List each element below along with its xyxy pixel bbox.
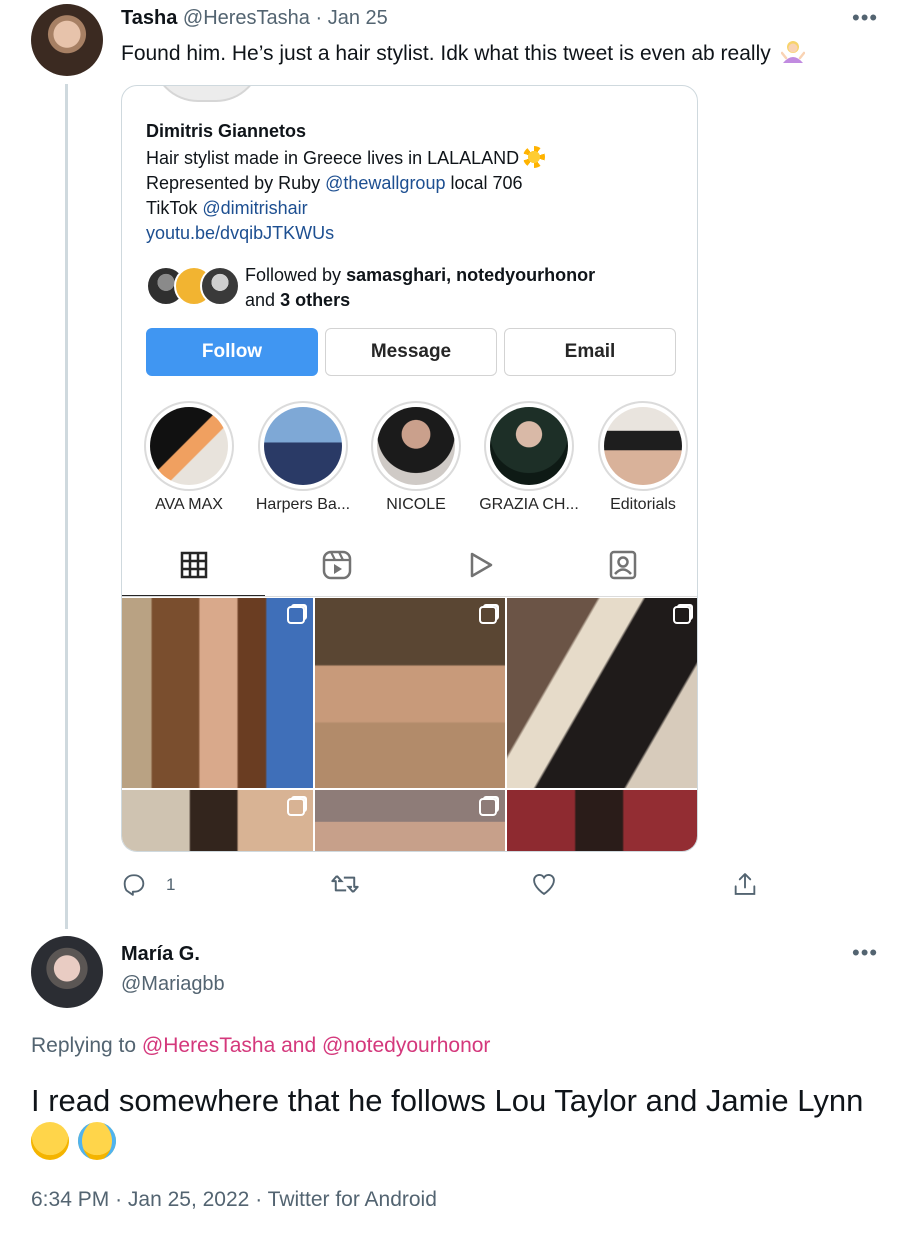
highlight-grazia	[484, 401, 574, 491]
retweet-icon[interactable]	[330, 870, 360, 898]
tweet2-text-body: I read somewhere that he follows Lou Tay…	[31, 1083, 864, 1118]
loudly-crying-face-emoji-icon	[77, 1122, 116, 1160]
tweet2-date[interactable]: Jan 25, 2022	[128, 1188, 249, 1211]
share-icon[interactable]	[731, 870, 759, 898]
reply-count: 1	[166, 875, 176, 894]
highlight-harpers-bazaar	[258, 401, 348, 491]
instagram-bio-line-3: TikTok @dimitrishair	[146, 196, 308, 221]
highlight-label-4: GRAZIA CH...	[479, 496, 579, 513]
follower-avatar-3	[200, 266, 240, 306]
grid-divider	[122, 596, 697, 597]
embedded-instagram-screenshot[interactable]: Dimitris Giannetos Hair stylist made in …	[121, 85, 698, 852]
instagram-message-button: Message	[325, 328, 497, 376]
tweet1-dot: ·	[315, 7, 323, 29]
tweet2-time[interactable]: 6:34 PM	[31, 1188, 109, 1211]
instagram-followed-by: Followed by samasghari, notedyourhonor a…	[245, 263, 595, 313]
bio-link-dimitrishair: @dimitrishair	[202, 198, 308, 218]
tweet2-display-name[interactable]: María G.	[121, 943, 200, 966]
followed-by-others: 3 others	[280, 290, 351, 310]
followed-by-prefix: Followed by	[245, 265, 342, 285]
photo-5	[315, 790, 505, 851]
like-heart-icon[interactable]	[530, 870, 558, 898]
tagged-icon	[609, 550, 637, 580]
tweet1-display-name[interactable]: Tasha	[121, 7, 177, 29]
reels-icon	[322, 550, 352, 580]
tweet2-text: I read somewhere that he follows Lou Tay…	[31, 1080, 881, 1165]
tweet2-source[interactable]: Twitter for Android	[268, 1188, 437, 1211]
bio-line-3-prefix: TikTok	[146, 198, 198, 218]
reply-icon[interactable]	[120, 870, 148, 898]
photo-1	[122, 598, 313, 788]
replying-to-mentions[interactable]: @HeresTasha and @notedyourhonor	[142, 1034, 491, 1057]
sun-emoji-icon	[523, 146, 546, 168]
multi-photo-icon	[479, 798, 497, 816]
multi-photo-icon	[673, 606, 691, 624]
tweet2-handle[interactable]: @Mariagbb	[121, 973, 225, 996]
grid-icon	[180, 551, 208, 579]
bio-line-1-text: Hair stylist made in Greece lives in LAL…	[146, 148, 520, 168]
tweet1-header: Tasha @HeresTasha · Jan 25	[121, 7, 388, 30]
tasha-avatar[interactable]	[31, 4, 103, 76]
instagram-profile-name: Dimitris Giannetos	[146, 121, 307, 141]
timestamp-dot-1: ·	[115, 1188, 123, 1211]
multi-photo-icon	[479, 606, 497, 624]
tweet1-text-body: Found him. He’s just a hair stylist. Idk…	[121, 42, 771, 65]
bio-line-2-prefix: Represented by Ruby	[146, 173, 321, 193]
followed-by-and: and	[245, 290, 276, 310]
tweet1-text: Found him. He’s just a hair stylist. Idk…	[121, 39, 805, 68]
video-play-icon	[470, 552, 493, 578]
multi-photo-icon	[287, 798, 305, 816]
replying-prefix: Replying to	[31, 1034, 137, 1057]
thread-connector-line	[65, 84, 68, 929]
instagram-follow-button: Follow	[146, 328, 318, 376]
timestamp-dot-2: ·	[255, 1188, 263, 1211]
tweet2-more-icon[interactable]: •••	[852, 940, 878, 966]
highlight-nicole	[371, 401, 461, 491]
face-with-hand-over-mouth-emoji-icon	[31, 1122, 69, 1160]
instagram-bio-line-2: Represented by Ruby @thewallgroup local …	[146, 171, 523, 196]
photo-4	[122, 790, 313, 851]
instagram-bio-line-1: Hair stylist made in Greece lives in LAL…	[146, 146, 546, 171]
photo-6	[507, 790, 697, 851]
bio-link-thewallgroup: @thewallgroup	[325, 173, 446, 193]
photo-2	[315, 598, 505, 788]
person-shrugging-emoji-icon	[780, 39, 805, 65]
highlight-label-1: AVA MAX	[155, 496, 223, 513]
highlight-editorials	[598, 401, 688, 491]
tweet1-more-icon[interactable]: •••	[852, 5, 878, 31]
replying-to-line: Replying to @HeresTasha and @notedyourho…	[31, 1034, 490, 1058]
bio-line-2-suffix: local 706	[450, 173, 523, 193]
maria-avatar[interactable]	[31, 936, 103, 1008]
instagram-website-link: youtu.be/dvqibJTKWUs	[146, 223, 335, 243]
instagram-profile-picture	[152, 86, 262, 102]
tweet1-date[interactable]: Jan 25	[328, 7, 388, 29]
highlight-label-3: NICOLE	[386, 496, 446, 513]
photo-3	[507, 598, 697, 788]
tweet2-timestamp: 6:34 PM · Jan 25, 2022 · Twitter for And…	[31, 1188, 437, 1212]
highlight-label-5: Editorials	[610, 496, 676, 513]
followed-by-names: samasghari, notedyourhonor	[346, 265, 596, 285]
highlight-ava-max	[144, 401, 234, 491]
multi-photo-icon	[287, 606, 305, 624]
tweet1-handle[interactable]: @HeresTasha	[183, 7, 310, 29]
highlight-label-2: Harpers Ba...	[255, 496, 351, 513]
instagram-email-button: Email	[504, 328, 676, 376]
